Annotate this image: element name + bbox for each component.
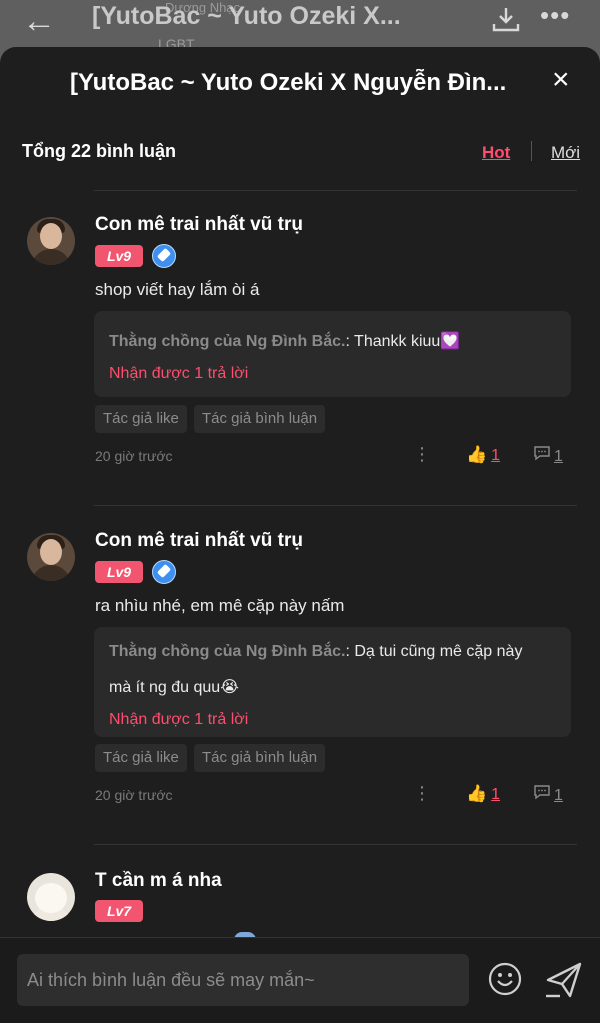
- like-count: 1: [491, 447, 501, 464]
- reply-line: Thằng chồng của Ng Đình Bắc.: Thankk kiu…: [109, 331, 460, 351]
- emoji-icon[interactable]: [488, 962, 522, 996]
- level-badge: Lv9: [95, 245, 143, 267]
- thumbs-up-icon: 👍: [466, 784, 488, 803]
- comment-time: 20 giờ trước: [95, 448, 173, 464]
- more-icon[interactable]: •••: [540, 0, 570, 31]
- commenter-name[interactable]: Con mê trai nhất vũ trụ: [95, 530, 303, 552]
- level-badge: Lv7: [95, 900, 143, 922]
- comments-sheet: [YutoBac ~ Yuto Ozeki X Nguyễn Đìn... × …: [0, 47, 600, 1022]
- reply-count: 1: [554, 787, 563, 804]
- reply-count: 1: [554, 448, 563, 465]
- comment-input-bar: [0, 937, 600, 1023]
- reply-line: Thằng chồng của Ng Đình Bắc.: Dạ tui cũn…: [109, 643, 522, 661]
- sort-hot-tab[interactable]: Hot: [482, 143, 510, 163]
- like-button[interactable]: 👍 1: [466, 445, 500, 465]
- comment-input[interactable]: [17, 954, 469, 1006]
- verified-badge-icon: [152, 244, 176, 268]
- author-like-tag: Tác giả like: [95, 744, 187, 772]
- avatar[interactable]: [27, 217, 75, 265]
- reply-bubble-icon: [534, 446, 550, 461]
- reply-author: Thằng chồng của Ng Đình Bắc.: [109, 333, 346, 350]
- divider: [94, 190, 577, 191]
- view-replies-link[interactable]: Nhận được 1 trả lời: [109, 365, 248, 383]
- comment-text: shop viết hay lắm òi á: [95, 280, 260, 299]
- reply-author: Thằng chồng của Ng Đình Bắc.: [109, 643, 346, 660]
- divider: [94, 505, 577, 506]
- back-arrow-icon[interactable]: ←: [22, 2, 56, 41]
- like-button[interactable]: 👍 1: [466, 784, 500, 804]
- thumbs-up-icon: 👍: [466, 445, 488, 464]
- comment-time: 20 giờ trước: [95, 787, 173, 803]
- divider: [94, 844, 577, 845]
- level-badge: Lv9: [95, 561, 143, 583]
- sort-new-tab[interactable]: Mới: [551, 143, 580, 163]
- reply-button[interactable]: 1: [533, 784, 563, 805]
- close-icon[interactable]: ×: [552, 65, 570, 95]
- commenter-name[interactable]: Con mê trai nhất vũ trụ: [95, 214, 303, 236]
- reply-preview[interactable]: Thằng chồng của Ng Đình Bắc.: Thankk kiu…: [94, 311, 571, 397]
- more-vertical-icon[interactable]: ⋮: [413, 784, 431, 802]
- sheet-title: [YutoBac ~ Yuto Ozeki X Nguyễn Đìn...: [70, 69, 507, 96]
- commenter-name[interactable]: T cần m á nha: [95, 870, 222, 892]
- author-comment-tag: Tác giả bình luận: [194, 744, 326, 772]
- reply-text: : Thankk kiuu💟: [345, 333, 461, 350]
- reply-text: : Dạ tui cũng mê cặp này: [345, 643, 523, 660]
- author-comment-tag: Tác giả bình luận: [194, 405, 326, 433]
- reply-preview[interactable]: Thằng chồng của Ng Đình Bắc.: Dạ tui cũn…: [94, 627, 571, 737]
- comment-count: Tổng 22 bình luận: [22, 141, 176, 161]
- avatar[interactable]: [27, 873, 75, 921]
- comment-text: ra nhìu nhé, em mê cặp này nấm: [95, 596, 345, 615]
- verified-badge-icon: [152, 560, 176, 584]
- sort-divider: [531, 141, 532, 161]
- author-like-tag: Tác giả like: [95, 405, 187, 433]
- reply-bubble-icon: [534, 785, 550, 800]
- like-count: 1: [491, 786, 501, 803]
- background-title: [YutoBac ~ Yuto Ozeki X...: [92, 2, 401, 30]
- view-replies-link[interactable]: Nhận được 1 trả lời: [109, 711, 248, 729]
- more-vertical-icon[interactable]: ⋮: [413, 445, 431, 463]
- reply-button[interactable]: 1: [533, 445, 563, 466]
- download-icon[interactable]: [492, 6, 520, 32]
- avatar[interactable]: [27, 533, 75, 581]
- reply-line-2: mà ít ng đu quu😭: [109, 679, 239, 696]
- send-icon[interactable]: [544, 960, 584, 1000]
